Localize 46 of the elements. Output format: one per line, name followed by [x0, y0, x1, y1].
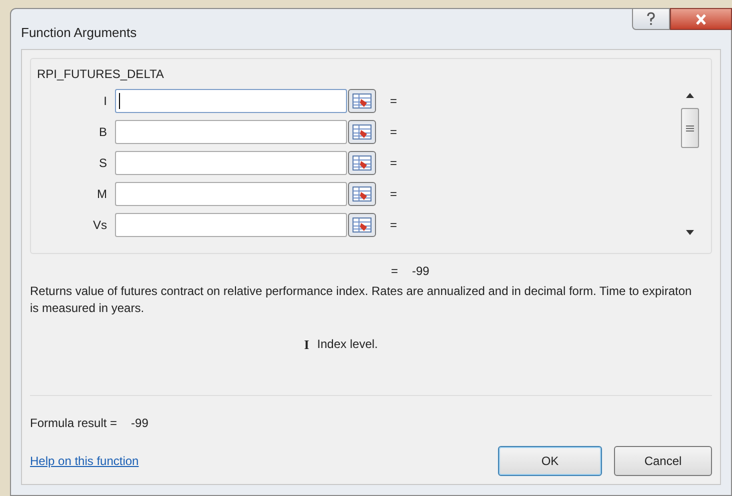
formula-result-label: Formula result = — [30, 415, 118, 432]
range-picker-icon — [352, 186, 372, 202]
result-preview: -99 — [412, 263, 430, 280]
scroll-down-icon[interactable] — [686, 230, 694, 235]
argument-label: Vs — [92, 217, 108, 234]
equals-sign: = — [390, 93, 398, 110]
question-mark-icon — [646, 12, 656, 26]
argument-label: I — [102, 93, 108, 110]
range-picker-icon — [352, 124, 372, 140]
argument-description: Index level. — [317, 336, 378, 353]
function-description: Returns value of futures contract on relative performance index. Rates are annualized and in decimal form. Time to expiraton is measured in years. — [30, 283, 693, 317]
close-icon — [695, 14, 707, 24]
dialog-button[interactable]: OK — [498, 446, 602, 476]
range-picker-icon — [352, 217, 372, 233]
formula-result-value: -99 — [131, 415, 148, 432]
close-button[interactable] — [670, 8, 732, 30]
argument-name: I — [304, 336, 310, 354]
range-picker-icon — [352, 155, 372, 171]
grip-icon — [686, 124, 694, 132]
argument-field[interactable] — [115, 182, 347, 206]
argument-label: S — [98, 155, 108, 172]
scroll-up-icon[interactable] — [686, 93, 694, 98]
argument-field[interactable] — [115, 151, 347, 175]
equals-sign: = — [390, 186, 398, 203]
equals-sign: = — [390, 217, 398, 234]
collapse-dialog-button[interactable] — [348, 182, 376, 206]
scroll-thumb[interactable] — [681, 108, 699, 148]
dialog-button[interactable]: Cancel — [614, 446, 712, 476]
range-picker-icon — [352, 93, 372, 109]
help-button[interactable] — [632, 8, 670, 30]
collapse-dialog-button[interactable] — [348, 120, 376, 144]
collapse-dialog-button[interactable] — [348, 89, 376, 113]
text-caret — [119, 93, 120, 109]
function-name: RPI_FUTURES_DELTA — [37, 66, 165, 83]
collapse-dialog-button[interactable] — [348, 213, 376, 237]
argument-field[interactable] — [115, 213, 347, 237]
collapse-dialog-button[interactable] — [348, 151, 376, 175]
window-title: Function Arguments — [21, 24, 137, 42]
equals-sign: = — [391, 263, 398, 280]
argument-label: M — [96, 186, 108, 203]
equals-sign: = — [390, 155, 398, 172]
help-link[interactable]: Help on this function — [30, 452, 139, 470]
argument-field[interactable] — [115, 89, 347, 113]
equals-sign: = — [390, 124, 398, 141]
argument-field[interactable] — [115, 120, 347, 144]
argument-label: B — [98, 124, 108, 141]
